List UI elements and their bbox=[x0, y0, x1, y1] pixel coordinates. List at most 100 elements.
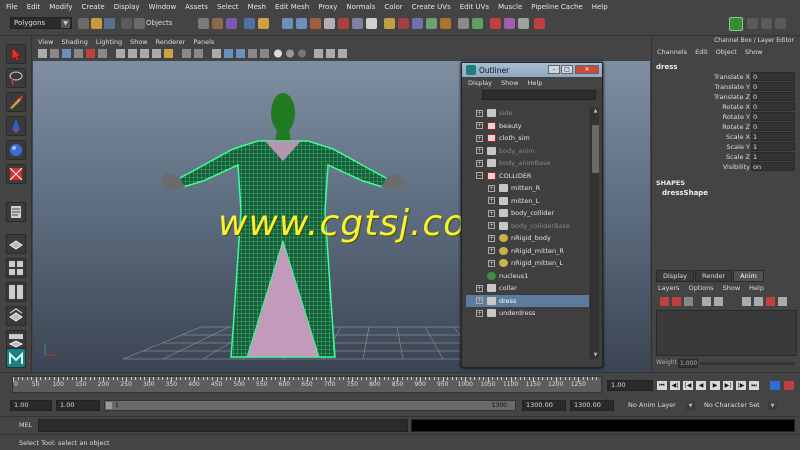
attribute-name[interactable]: Translate Y bbox=[714, 83, 750, 91]
scroll-up-icon[interactable]: ▲ bbox=[591, 107, 600, 115]
select-tool-icon[interactable] bbox=[6, 44, 26, 64]
step-forward-key-icon[interactable]: ▶| bbox=[723, 381, 733, 390]
attribute-row[interactable]: Scale Z1 bbox=[652, 152, 800, 162]
render-current-frame-icon[interactable] bbox=[490, 18, 501, 29]
outliner-item[interactable]: + cloth_sim bbox=[466, 132, 589, 145]
menu-edit[interactable]: Edit bbox=[27, 3, 41, 11]
expand-toggle-icon[interactable]: + bbox=[488, 259, 495, 267]
attribute-value[interactable]: 1 bbox=[751, 132, 795, 141]
menu-modify[interactable]: Modify bbox=[49, 3, 72, 11]
open-scene-icon[interactable] bbox=[91, 18, 102, 29]
selected-object-name[interactable]: dress bbox=[652, 62, 800, 72]
attribute-row[interactable]: Translate Z0 bbox=[652, 92, 800, 102]
attribute-name[interactable]: Scale Y bbox=[726, 143, 750, 151]
make-live-icon[interactable] bbox=[440, 18, 451, 29]
outliner-menu-display[interactable]: Display bbox=[468, 79, 492, 87]
outliner-item[interactable]: + body_anim bbox=[466, 145, 589, 158]
channel-menu-show[interactable]: Show bbox=[745, 48, 763, 56]
chevron-down-icon[interactable]: ▼ bbox=[686, 402, 695, 410]
expand-toggle-icon[interactable]: + bbox=[476, 122, 483, 130]
attribute-value[interactable]: 0 bbox=[751, 102, 795, 111]
attribute-value[interactable]: 0 bbox=[751, 92, 795, 101]
minimize-button[interactable]: – bbox=[548, 65, 560, 74]
step-back-icon[interactable]: ◀| bbox=[670, 381, 680, 390]
selection-mode-icon[interactable] bbox=[134, 18, 145, 29]
mask-deformations-icon[interactable] bbox=[310, 18, 321, 29]
attribute-name[interactable]: Translate Z bbox=[714, 93, 750, 101]
outliner-window[interactable]: Outliner – □ ✕ Display Show Help + side + bea… bbox=[461, 62, 603, 368]
menu-window[interactable]: Window bbox=[149, 3, 177, 11]
move-tool-icon[interactable] bbox=[6, 116, 26, 136]
outliner-item[interactable]: + body_colliderBase bbox=[466, 220, 589, 233]
select-hierarchy-icon[interactable] bbox=[198, 18, 209, 29]
outliner-filter-input[interactable] bbox=[482, 90, 596, 100]
menu-proxy[interactable]: Proxy bbox=[318, 3, 337, 11]
chevron-down-icon[interactable]: ▼ bbox=[61, 19, 70, 28]
menu-normals[interactable]: Normals bbox=[346, 3, 375, 11]
menu-create[interactable]: Create bbox=[81, 3, 104, 11]
time-slider-bar[interactable]: 0 50 100 150 200 250 300 350 400 450 500 550 600 650 7… bbox=[12, 376, 602, 393]
expand-toggle-icon[interactable]: + bbox=[488, 184, 495, 192]
channel-menu-edit[interactable]: Edit bbox=[695, 48, 708, 56]
scroll-down-icon[interactable]: ▼ bbox=[591, 351, 600, 359]
save-scene-icon[interactable] bbox=[104, 18, 115, 29]
snap-point-icon[interactable] bbox=[412, 18, 423, 29]
attribute-value[interactable]: 0 bbox=[751, 122, 795, 131]
mask-surfaces-icon[interactable] bbox=[296, 18, 307, 29]
go-to-start-icon[interactable]: ⏮ bbox=[657, 381, 667, 390]
expand-toggle-icon[interactable]: + bbox=[476, 309, 483, 317]
panel-menu-lighting[interactable]: Lighting bbox=[96, 38, 122, 46]
expand-toggle-icon[interactable]: + bbox=[476, 134, 483, 142]
snap-grid-icon[interactable] bbox=[384, 18, 395, 29]
rotate-tool-icon[interactable] bbox=[6, 140, 26, 160]
expand-toggle-icon[interactable]: + bbox=[488, 222, 495, 230]
hypershade-icon[interactable] bbox=[534, 18, 545, 29]
select-object-icon[interactable] bbox=[212, 18, 223, 29]
show-attribute-editor-icon[interactable] bbox=[747, 18, 758, 29]
snap-curve-icon[interactable] bbox=[398, 18, 409, 29]
scale-tool-icon[interactable] bbox=[6, 164, 26, 184]
outliner-item[interactable]: + nRigid_mitten_R bbox=[466, 245, 589, 258]
menu-help[interactable]: Help bbox=[592, 3, 608, 11]
mel-label[interactable]: MEL bbox=[19, 421, 32, 429]
attribute-value[interactable]: on bbox=[751, 162, 795, 171]
attribute-row[interactable]: Rotate X0 bbox=[652, 102, 800, 112]
attribute-name[interactable]: Translate X bbox=[714, 73, 750, 81]
paint-select-tool-icon[interactable] bbox=[6, 92, 26, 112]
step-forward-icon[interactable]: |▶ bbox=[736, 381, 746, 390]
show-channel-box-icon[interactable] bbox=[775, 18, 786, 29]
attribute-value[interactable]: 0 bbox=[751, 82, 795, 91]
menu-create-uvs[interactable]: Create UVs bbox=[412, 3, 451, 11]
two-pane-layout-icon[interactable] bbox=[6, 282, 26, 302]
selection-mask-icon[interactable] bbox=[121, 18, 132, 29]
outliner-item[interactable]: + mitten_R bbox=[466, 182, 589, 195]
show-modeling-toolkit-icon[interactable] bbox=[729, 17, 743, 31]
tab-display[interactable]: Display bbox=[656, 270, 694, 282]
show-tool-settings-icon[interactable] bbox=[761, 18, 772, 29]
outliner-item[interactable]: + nRigid_body bbox=[466, 232, 589, 245]
playback-end-field[interactable]: 1300.00 bbox=[522, 400, 566, 411]
outliner-item[interactable]: − COLLIDER bbox=[466, 170, 589, 183]
mask-handles-icon[interactable] bbox=[244, 18, 255, 29]
new-scene-icon[interactable] bbox=[78, 18, 89, 29]
attribute-name[interactable]: Visibility bbox=[723, 163, 750, 171]
outliner-item[interactable]: + body_animBase bbox=[466, 157, 589, 170]
selection-mask-field[interactable]: Objects bbox=[146, 18, 194, 29]
outliner-menu-show[interactable]: Show bbox=[501, 79, 519, 87]
outliner-item[interactable]: nucleus1 bbox=[466, 270, 589, 283]
outliner-item[interactable]: + beauty bbox=[466, 120, 589, 133]
mask-misc-icon[interactable] bbox=[352, 18, 363, 29]
menu-pipeline-cache[interactable]: Pipeline Cache bbox=[531, 3, 582, 11]
outliner-menu-help[interactable]: Help bbox=[528, 79, 543, 87]
outliner-item[interactable]: + mitten_L bbox=[466, 195, 589, 208]
single-pane-layout-icon[interactable] bbox=[6, 234, 26, 254]
menu-muscle[interactable]: Muscle bbox=[498, 3, 522, 11]
attribute-row[interactable]: Translate X0 bbox=[652, 72, 800, 82]
outliner-layout-icon[interactable] bbox=[6, 306, 26, 326]
auto-key-icon[interactable] bbox=[784, 381, 794, 390]
outliner-item[interactable]: + side bbox=[466, 107, 589, 120]
attribute-row[interactable]: Scale X1 bbox=[652, 132, 800, 142]
mel-input[interactable] bbox=[38, 419, 408, 432]
tab-anim[interactable]: Anim bbox=[733, 270, 764, 282]
mask-joints-icon[interactable] bbox=[258, 18, 269, 29]
